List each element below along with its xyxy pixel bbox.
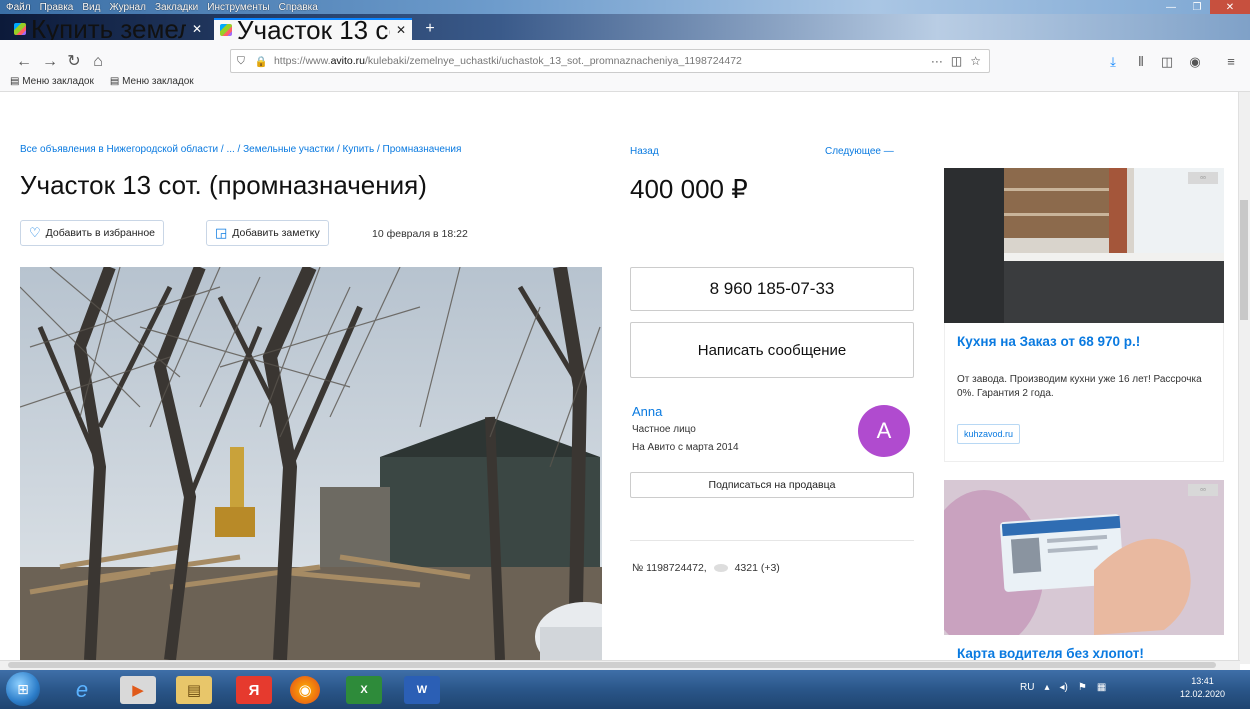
- listing-photo[interactable]: [20, 267, 602, 660]
- folder-icon[interactable]: ▤: [176, 676, 212, 704]
- listing-title: Участок 13 сот. (промназначения): [20, 170, 427, 200]
- kitchen-photo: [944, 168, 1224, 323]
- phone-button[interactable]: 8 960 185-07-33: [630, 267, 914, 311]
- library-icon[interactable]: ⫴: [1132, 53, 1150, 71]
- ad-driver-card-title[interactable]: Карта водителя без хлопот!: [957, 646, 1144, 661]
- bookmark-folder[interactable]: ▤ Меню закладок: [110, 76, 202, 87]
- listing-date: 10 февраля в 18:22: [372, 228, 468, 240]
- ad-kitchen-title[interactable]: Кухня на Заказ от 68 970 р.!: [957, 334, 1140, 349]
- avito-favicon-icon: [220, 24, 232, 36]
- maximize-button[interactable]: ❐: [1184, 0, 1210, 14]
- url-text: https://www.avito.ru/kulebaki/zemelnye_u…: [273, 55, 742, 67]
- yandex-browser-icon[interactable]: Я: [236, 676, 272, 704]
- menu-help[interactable]: Справка: [279, 2, 318, 13]
- window-controls: — ❐ ✕: [1158, 0, 1250, 14]
- heart-icon: ♡: [29, 225, 41, 240]
- ad-kitchen-link[interactable]: kuhzavod.ru: [957, 424, 1021, 444]
- add-favorite-button[interactable]: ♡ Добавить в избранное: [20, 220, 165, 246]
- menu-tools[interactable]: Инструменты: [207, 2, 269, 13]
- views-count: 4321 (+3): [734, 562, 780, 574]
- system-tray: RU ▴ ◂) ⚑ ▦: [1020, 682, 1116, 693]
- close-tab-icon[interactable]: ✕: [396, 23, 406, 37]
- ad-number-views: № 1198724472, 4321 (+3): [632, 562, 780, 574]
- back-link[interactable]: Назад: [630, 146, 659, 157]
- listing-photo-image: [20, 267, 602, 660]
- ad-driver-card-image[interactable]: [944, 480, 1224, 635]
- flag-icon[interactable]: ⚑: [1078, 682, 1087, 693]
- horizontal-scrollbar-thumb[interactable]: [8, 662, 1216, 668]
- reload-icon[interactable]: ↻: [64, 52, 84, 72]
- account-icon[interactable]: ◉: [1186, 53, 1204, 71]
- ad-info-icon[interactable]: ▫▫: [1188, 484, 1218, 496]
- home-icon[interactable]: ⌂: [88, 52, 108, 72]
- language-indicator[interactable]: RU: [1020, 682, 1034, 693]
- seller-name-link[interactable]: Anna: [632, 404, 662, 419]
- page-scrollbar-thumb[interactable]: [1240, 200, 1248, 320]
- clock-time: 13:41: [1191, 676, 1214, 686]
- menu-history[interactable]: Журнал: [109, 2, 146, 13]
- star-icon[interactable]: ☆: [970, 54, 981, 68]
- new-tab-icon[interactable]: +: [420, 20, 440, 38]
- shield-icon[interactable]: ⛉: [237, 55, 245, 68]
- tab-search-results[interactable]: Купить земельный участок ✕: [8, 14, 208, 44]
- add-note-button[interactable]: ◲ Добавить заметку: [206, 220, 329, 246]
- add-note-label: Добавить заметку: [232, 227, 320, 239]
- firefox-icon[interactable]: ◉: [290, 676, 320, 704]
- add-favorite-label: Добавить в избранное: [45, 227, 156, 239]
- excel-icon[interactable]: X: [346, 676, 382, 704]
- tab-listing[interactable]: Участок 13 сот. (промназначе ✕: [214, 15, 412, 45]
- menu-bar: Файл Правка Вид Журнал Закладки Инструме…: [0, 0, 1250, 14]
- word-icon[interactable]: W: [404, 676, 440, 704]
- breadcrumb[interactable]: Все объявления в Нижегородской области /…: [20, 144, 600, 155]
- minimize-button[interactable]: —: [1158, 0, 1184, 14]
- divider: [630, 540, 914, 541]
- page-actions-icon[interactable]: ···: [931, 54, 943, 68]
- hamburger-menu-icon[interactable]: ≡: [1222, 53, 1240, 71]
- ad-info-icon[interactable]: ▫▫: [1188, 172, 1218, 184]
- url-bar[interactable]: ⛉ 🔒 https://www.avito.ru/kulebaki/zemeln…: [230, 49, 990, 73]
- clock-date: 12.02.2020: [1180, 689, 1226, 699]
- note-icon: ◲: [215, 225, 228, 240]
- menu-edit[interactable]: Правка: [40, 2, 74, 13]
- close-window-button[interactable]: ✕: [1210, 0, 1250, 14]
- menu-view[interactable]: Вид: [82, 2, 100, 13]
- start-button-icon[interactable]: ⊞: [6, 672, 40, 706]
- ad-number: № 1198724472,: [632, 562, 707, 574]
- back-arrow-icon[interactable]: ←: [14, 52, 34, 72]
- page-scrollbar[interactable]: [1238, 92, 1250, 664]
- taskbar-clock[interactable]: 13:41 12.02.2020: [1180, 675, 1225, 701]
- avatar[interactable]: A: [858, 405, 910, 457]
- seller-since: На Авито с марта 2014: [632, 442, 739, 453]
- lock-icon[interactable]: 🔒: [255, 55, 268, 68]
- download-icon[interactable]: ⤓: [1104, 53, 1122, 71]
- pocket-icon[interactable]: ◫: [951, 54, 962, 68]
- network-icon[interactable]: ▦: [1097, 682, 1106, 693]
- forward-arrow-icon[interactable]: →: [40, 52, 60, 72]
- volume-icon[interactable]: ◂): [1059, 682, 1067, 693]
- subscribe-seller-button[interactable]: Подписаться на продавца: [630, 472, 914, 498]
- close-tab-icon[interactable]: ✕: [192, 22, 202, 36]
- menu-file[interactable]: Файл: [6, 2, 31, 13]
- bookmark-folder[interactable]: ▤ Меню закладок: [10, 76, 102, 87]
- next-link[interactable]: Следующее —: [825, 146, 894, 157]
- media-player-icon[interactable]: ▶: [120, 676, 156, 704]
- avito-favicon-icon: [14, 23, 26, 35]
- ad-kitchen-image[interactable]: [944, 168, 1224, 323]
- internet-explorer-icon[interactable]: e: [64, 676, 100, 704]
- price: 400 000 ₽: [630, 174, 748, 204]
- eye-icon: [713, 564, 728, 573]
- driver-card-photo: [944, 480, 1224, 635]
- bookmarks-toolbar: ▤ Меню закладок ▤ Меню закладок: [10, 76, 210, 87]
- menu-bookmarks[interactable]: Закладки: [155, 2, 198, 13]
- write-message-button[interactable]: Написать сообщение: [630, 322, 914, 378]
- seller-type: Частное лицо: [632, 424, 696, 435]
- tray-arrow-icon[interactable]: ▴: [1044, 682, 1049, 693]
- sidebar-icon[interactable]: ◫: [1158, 53, 1176, 71]
- ad-kitchen-text: От завода. Производим кухни уже 16 лет! …: [957, 374, 1202, 399]
